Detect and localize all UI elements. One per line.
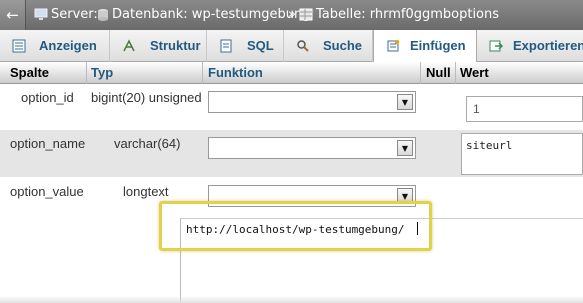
left-arrow-icon[interactable]: ← xyxy=(0,0,26,30)
column-type: bigint(20) unsigned xyxy=(91,90,202,105)
function-select[interactable]: ▼ xyxy=(208,137,416,159)
header-spalte: Spalte xyxy=(10,65,50,80)
tab-einfuegen-label: Einfügen xyxy=(410,38,466,53)
column-name: option_name xyxy=(10,136,86,151)
value-textarea[interactable]: siteurl xyxy=(461,133,583,175)
chevron-down-icon: ▼ xyxy=(397,140,413,156)
column-name: option_id xyxy=(21,90,74,105)
column-name: option_value xyxy=(10,184,84,199)
table-row: option_id bigint(20) unsigned ▼ 1 xyxy=(0,84,583,130)
header-null: Null xyxy=(426,65,451,80)
server-icon xyxy=(34,8,48,20)
value-textarea-text: siteurl xyxy=(466,139,513,152)
column-type: longtext xyxy=(123,184,169,199)
insert-icon xyxy=(387,39,400,52)
tab-einfuegen[interactable]: Einfügen xyxy=(373,30,477,63)
breadcrumb: ← Server: Datenbank: wp-testumgebung » T… xyxy=(0,0,583,30)
browse-icon xyxy=(12,39,26,53)
breadcrumb-separator: » xyxy=(288,7,296,22)
column-type: varchar(64) xyxy=(114,136,181,151)
chevron-down-icon: ▼ xyxy=(397,94,413,110)
function-select[interactable]: ▼ xyxy=(208,91,416,113)
tab-exportieren-label: Exportieren xyxy=(513,38,583,53)
table-icon xyxy=(299,8,313,21)
header-funktion[interactable]: Funktion xyxy=(208,65,263,80)
tab-sql-label: SQL xyxy=(247,38,274,53)
header-wert: Wert xyxy=(460,65,489,80)
tab-suche-label: Suche xyxy=(323,38,363,53)
breadcrumb-server[interactable]: Server: xyxy=(51,7,98,22)
tab-struktur[interactable]: Struktur xyxy=(110,30,207,62)
header-typ[interactable]: Typ xyxy=(91,65,113,80)
tab-anzeigen[interactable]: Anzeigen xyxy=(0,30,110,62)
sql-icon xyxy=(220,39,232,53)
tab-sql[interactable]: SQL xyxy=(207,30,284,62)
tab-struktur-label: Struktur xyxy=(150,38,201,53)
structure-icon xyxy=(123,39,135,52)
value-input[interactable]: 1 xyxy=(466,96,583,122)
tab-suche[interactable]: Suche xyxy=(284,30,373,62)
breadcrumb-database[interactable]: Datenbank: wp-testumgebung xyxy=(112,7,311,22)
tab-bar: Anzeigen Struktur SQL Suche Einfügen Exp… xyxy=(0,30,583,63)
value-input-text: 1 xyxy=(473,102,480,116)
tab-exportieren[interactable]: Exportieren xyxy=(477,30,583,62)
page-edge-shadow xyxy=(0,296,583,303)
tab-anzeigen-label: Anzeigen xyxy=(39,38,97,53)
table-header: Spalte Typ Funktion Null Wert xyxy=(0,62,583,84)
search-icon xyxy=(297,40,309,52)
table-row: option_name varchar(64) ▼ siteurl xyxy=(0,130,583,177)
export-icon xyxy=(489,40,503,52)
database-icon xyxy=(98,9,108,21)
highlight-box xyxy=(159,201,432,251)
breadcrumb-table[interactable]: Tabelle: rhrmf0ggmboptions xyxy=(316,7,499,22)
